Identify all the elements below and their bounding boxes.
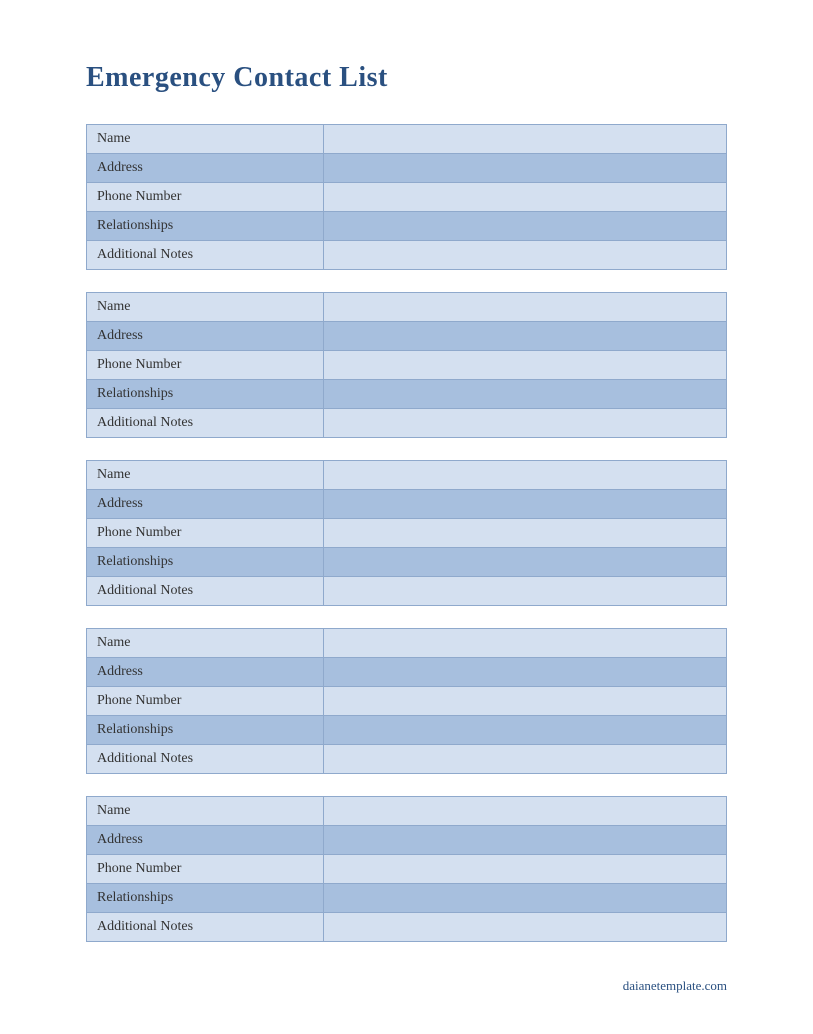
field-label-name: Name xyxy=(87,125,324,154)
contact-table: Name Address Phone Number Relationships … xyxy=(86,796,727,942)
table-row: Name xyxy=(87,293,727,322)
field-label-name: Name xyxy=(87,797,324,826)
field-label-notes: Additional Notes xyxy=(87,577,324,606)
table-row: Address xyxy=(87,490,727,519)
field-label-relationships: Relationships xyxy=(87,884,324,913)
contact-table: Name Address Phone Number Relationships … xyxy=(86,460,727,606)
field-label-phone: Phone Number xyxy=(87,519,324,548)
contact-table: Name Address Phone Number Relationships … xyxy=(86,124,727,270)
field-value-address[interactable] xyxy=(323,154,726,183)
table-row: Relationships xyxy=(87,548,727,577)
table-row: Address xyxy=(87,322,727,351)
table-row: Name xyxy=(87,461,727,490)
field-value-relationships[interactable] xyxy=(323,548,726,577)
table-row: Phone Number xyxy=(87,351,727,380)
field-value-name[interactable] xyxy=(323,629,726,658)
table-row: Additional Notes xyxy=(87,745,727,774)
table-row: Additional Notes xyxy=(87,577,727,606)
page-title: Emergency Contact List xyxy=(86,62,727,94)
field-label-address: Address xyxy=(87,322,324,351)
table-row: Phone Number xyxy=(87,687,727,716)
field-label-phone: Phone Number xyxy=(87,351,324,380)
field-label-phone: Phone Number xyxy=(87,183,324,212)
field-label-address: Address xyxy=(87,826,324,855)
field-value-phone[interactable] xyxy=(323,183,726,212)
table-row: Additional Notes xyxy=(87,913,727,942)
field-label-phone: Phone Number xyxy=(87,687,324,716)
field-label-relationships: Relationships xyxy=(87,548,324,577)
field-value-phone[interactable] xyxy=(323,351,726,380)
table-row: Relationships xyxy=(87,380,727,409)
table-row: Phone Number xyxy=(87,519,727,548)
field-label-relationships: Relationships xyxy=(87,212,324,241)
field-value-relationships[interactable] xyxy=(323,380,726,409)
field-label-phone: Phone Number xyxy=(87,855,324,884)
footer-attribution: daianetemplate.com xyxy=(623,978,727,994)
field-value-address[interactable] xyxy=(323,322,726,351)
field-value-notes[interactable] xyxy=(323,409,726,438)
field-value-phone[interactable] xyxy=(323,519,726,548)
field-value-relationships[interactable] xyxy=(323,212,726,241)
field-value-address[interactable] xyxy=(323,658,726,687)
field-label-relationships: Relationships xyxy=(87,716,324,745)
table-row: Address xyxy=(87,658,727,687)
field-label-address: Address xyxy=(87,490,324,519)
table-row: Name xyxy=(87,125,727,154)
field-label-address: Address xyxy=(87,154,324,183)
field-label-name: Name xyxy=(87,461,324,490)
table-row: Name xyxy=(87,629,727,658)
field-value-phone[interactable] xyxy=(323,855,726,884)
table-row: Additional Notes xyxy=(87,241,727,270)
field-value-notes[interactable] xyxy=(323,913,726,942)
table-row: Relationships xyxy=(87,884,727,913)
table-row: Phone Number xyxy=(87,183,727,212)
field-value-relationships[interactable] xyxy=(323,884,726,913)
field-value-phone[interactable] xyxy=(323,687,726,716)
field-value-address[interactable] xyxy=(323,490,726,519)
field-value-name[interactable] xyxy=(323,797,726,826)
table-row: Address xyxy=(87,154,727,183)
field-label-name: Name xyxy=(87,629,324,658)
field-label-notes: Additional Notes xyxy=(87,241,324,270)
contact-table: Name Address Phone Number Relationships … xyxy=(86,292,727,438)
field-value-notes[interactable] xyxy=(323,241,726,270)
table-row: Relationships xyxy=(87,212,727,241)
field-value-address[interactable] xyxy=(323,826,726,855)
table-row: Phone Number xyxy=(87,855,727,884)
field-value-relationships[interactable] xyxy=(323,716,726,745)
field-value-notes[interactable] xyxy=(323,745,726,774)
field-label-notes: Additional Notes xyxy=(87,409,324,438)
field-value-name[interactable] xyxy=(323,293,726,322)
field-value-notes[interactable] xyxy=(323,577,726,606)
field-label-address: Address xyxy=(87,658,324,687)
field-label-relationships: Relationships xyxy=(87,380,324,409)
table-row: Additional Notes xyxy=(87,409,727,438)
field-value-name[interactable] xyxy=(323,125,726,154)
contact-table: Name Address Phone Number Relationships … xyxy=(86,628,727,774)
field-label-notes: Additional Notes xyxy=(87,913,324,942)
field-label-name: Name xyxy=(87,293,324,322)
table-row: Name xyxy=(87,797,727,826)
table-row: Relationships xyxy=(87,716,727,745)
field-label-notes: Additional Notes xyxy=(87,745,324,774)
field-value-name[interactable] xyxy=(323,461,726,490)
table-row: Address xyxy=(87,826,727,855)
